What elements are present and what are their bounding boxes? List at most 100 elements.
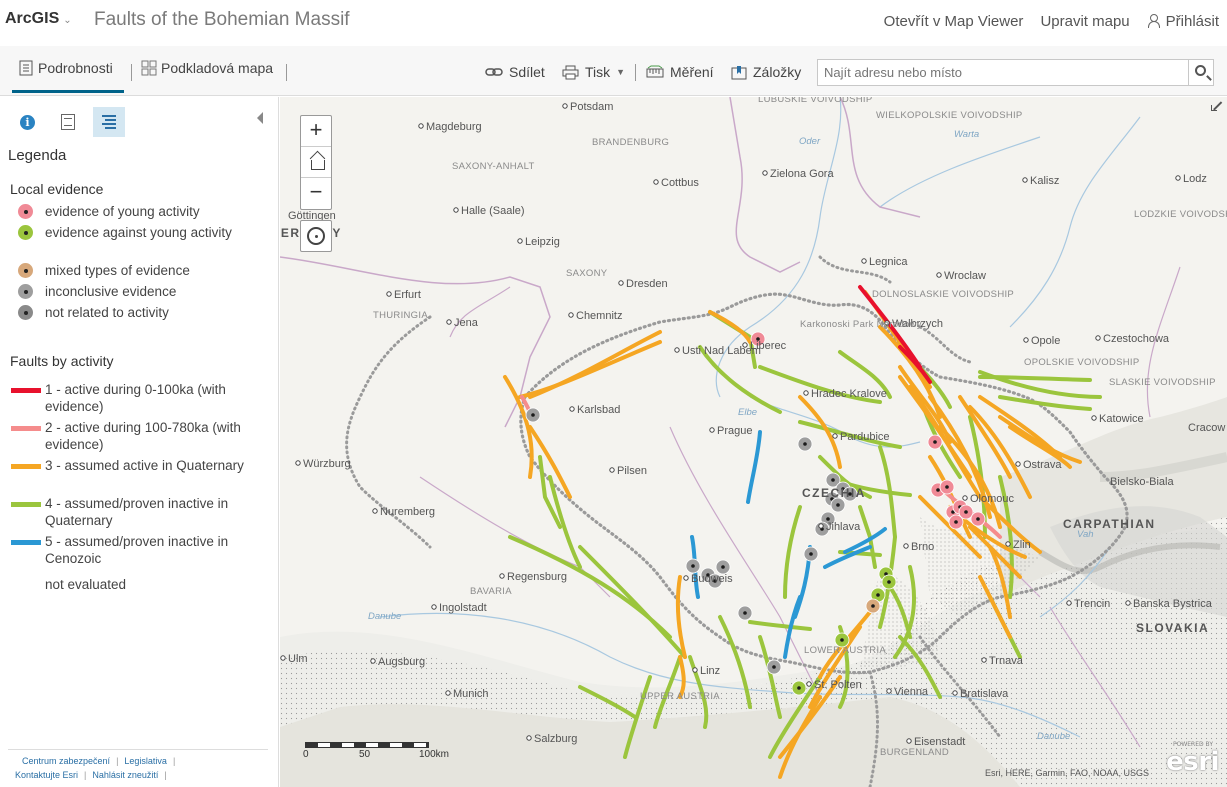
bookmarks-button[interactable]: Záložky bbox=[731, 64, 801, 80]
collapse-panel-icon[interactable] bbox=[257, 112, 263, 124]
city-marker bbox=[453, 207, 459, 213]
contact-esri-link[interactable]: Kontaktujte Esri bbox=[15, 768, 78, 782]
content-list-icon bbox=[61, 114, 75, 130]
city-marker bbox=[569, 406, 575, 412]
city-label: Dresden bbox=[626, 278, 668, 290]
legend-section-title: Faults by activity bbox=[10, 353, 114, 369]
zoom-out-button[interactable]: − bbox=[301, 178, 331, 209]
search-input[interactable] bbox=[817, 59, 1189, 86]
city-marker bbox=[903, 543, 909, 549]
city-label: Nuremberg bbox=[380, 506, 435, 518]
city-marker bbox=[517, 238, 523, 244]
share-button[interactable]: Sdílet bbox=[485, 64, 545, 80]
report-abuse-link[interactable]: Nahlásit zneužití bbox=[92, 768, 158, 782]
tab-basemap[interactable]: Podkladová mapa bbox=[141, 60, 273, 76]
expand-icon[interactable] bbox=[1211, 100, 1223, 112]
tab-details[interactable]: Podrobnosti bbox=[18, 60, 113, 76]
arcgis-brand-menu[interactable]: ArcGIS ⌄ bbox=[5, 10, 72, 28]
powered-by-label: POWERED BY bbox=[1172, 741, 1213, 748]
legend-item-label: 2 - active during 100-780ka (with eviden… bbox=[45, 420, 241, 452]
city-marker bbox=[431, 604, 437, 610]
evidence-point-center bbox=[721, 565, 725, 569]
city-label: Chemnitz bbox=[576, 310, 622, 322]
map-canvas[interactable]: Potsdam Magdeburg Cottbus Zielona Gora Kalis… bbox=[280, 97, 1227, 787]
print-button[interactable]: Tisk ▼ bbox=[562, 64, 625, 80]
evidence-point-center bbox=[797, 686, 801, 690]
locate-icon bbox=[307, 227, 325, 245]
divider bbox=[131, 64, 132, 81]
evidence-point-center bbox=[691, 564, 695, 568]
city-label: Munich bbox=[453, 688, 488, 700]
evidence-point-center bbox=[831, 478, 835, 482]
city-label: Würzburg bbox=[303, 458, 351, 470]
zoom-in-button[interactable]: + bbox=[301, 116, 331, 147]
city-marker bbox=[952, 690, 958, 696]
evidence-point-center bbox=[887, 580, 891, 584]
city-label: Halle (Saale) bbox=[461, 205, 525, 217]
city-label: Potsdam bbox=[570, 101, 613, 113]
legend-item-label: not related to activity bbox=[45, 305, 169, 320]
city-marker bbox=[1023, 337, 1029, 343]
city-label: Bratislava bbox=[960, 688, 1009, 700]
chevron-down-icon: ▼ bbox=[616, 67, 626, 77]
legend-item: 2 - active during 100-780ka (with eviden… bbox=[11, 419, 259, 453]
sign-in-label: Přihlásit bbox=[1165, 13, 1219, 30]
bookmarks-label: Záložky bbox=[753, 64, 802, 80]
city-label: Cottbus bbox=[661, 177, 699, 189]
evidence-point-center bbox=[836, 503, 840, 507]
city-label: Wroclaw bbox=[944, 270, 986, 282]
esri-logo[interactable]: POWERED BY esri bbox=[1166, 741, 1219, 777]
city-marker bbox=[1095, 335, 1101, 341]
legend-point-symbol bbox=[14, 304, 45, 320]
legend-item-label: 3 - assumed active in Quaternary bbox=[45, 458, 244, 473]
water-label: Danube bbox=[1037, 731, 1070, 742]
about-button[interactable]: i bbox=[11, 107, 43, 137]
side-panel: i Legenda Local evidence evidence of you… bbox=[0, 97, 279, 787]
city-label: Bielsko-Biala bbox=[1110, 476, 1174, 488]
city-label: Augsburg bbox=[378, 656, 425, 668]
content-button[interactable] bbox=[52, 107, 84, 137]
legend-line-symbol bbox=[11, 533, 45, 549]
city-marker bbox=[386, 291, 392, 297]
locate-button[interactable] bbox=[300, 220, 332, 252]
city-label: Olomouc bbox=[970, 493, 1015, 505]
evidence-point-center bbox=[945, 485, 949, 489]
home-button[interactable] bbox=[301, 147, 331, 178]
map-attribution[interactable]: Esri, HERE, Garmin, FAO, NOAA, USGS bbox=[985, 768, 1149, 778]
city-marker bbox=[562, 103, 568, 109]
legend-item: evidence against young activity bbox=[14, 224, 259, 241]
map-view[interactable]: Potsdam Magdeburg Cottbus Zielona Gora Kalis… bbox=[280, 97, 1227, 787]
city-label: Erfurt bbox=[394, 289, 421, 301]
region-label: LOWER AUSTRIA bbox=[804, 645, 886, 656]
trust-center-link[interactable]: Centrum zabezpečení bbox=[22, 754, 110, 768]
user-icon bbox=[1147, 14, 1160, 28]
legend-line-symbol bbox=[11, 419, 45, 435]
city-marker bbox=[742, 342, 748, 348]
esri-logo-text: esri bbox=[1166, 747, 1219, 777]
edit-map-link[interactable]: Upravit mapu bbox=[1040, 13, 1129, 30]
city-label: Regensburg bbox=[507, 571, 567, 583]
print-label: Tisk bbox=[585, 64, 611, 80]
legal-link[interactable]: Legislativa bbox=[124, 754, 167, 768]
region-label: BURGENLAND bbox=[880, 747, 949, 758]
legend-item: 1 - active during 0-100ka (with evidence… bbox=[11, 381, 259, 415]
city-label: Budweis bbox=[691, 573, 733, 585]
city-label: Ostrava bbox=[1023, 459, 1062, 471]
legend-item: 4 - assumed/proven inactive in Quaternar… bbox=[11, 495, 259, 529]
info-icon: i bbox=[20, 115, 35, 130]
search-icon bbox=[1195, 65, 1206, 76]
city-label: Salzburg bbox=[534, 733, 577, 745]
water-label: Danube bbox=[368, 611, 401, 622]
sign-in-link[interactable]: Přihlásit bbox=[1147, 13, 1219, 30]
city-marker bbox=[446, 319, 452, 325]
search-button[interactable] bbox=[1188, 59, 1214, 86]
city-marker bbox=[683, 575, 689, 581]
city-marker bbox=[1022, 177, 1028, 183]
measure-button[interactable]: Měření bbox=[646, 64, 714, 80]
open-map-viewer-link[interactable]: Otevřít v Map Viewer bbox=[884, 13, 1024, 30]
city-marker bbox=[653, 179, 659, 185]
city-label: Cracow bbox=[1188, 422, 1225, 434]
scale-zero: 0 bbox=[303, 749, 309, 760]
legend-button[interactable] bbox=[93, 107, 125, 137]
share-label: Sdílet bbox=[509, 64, 545, 80]
